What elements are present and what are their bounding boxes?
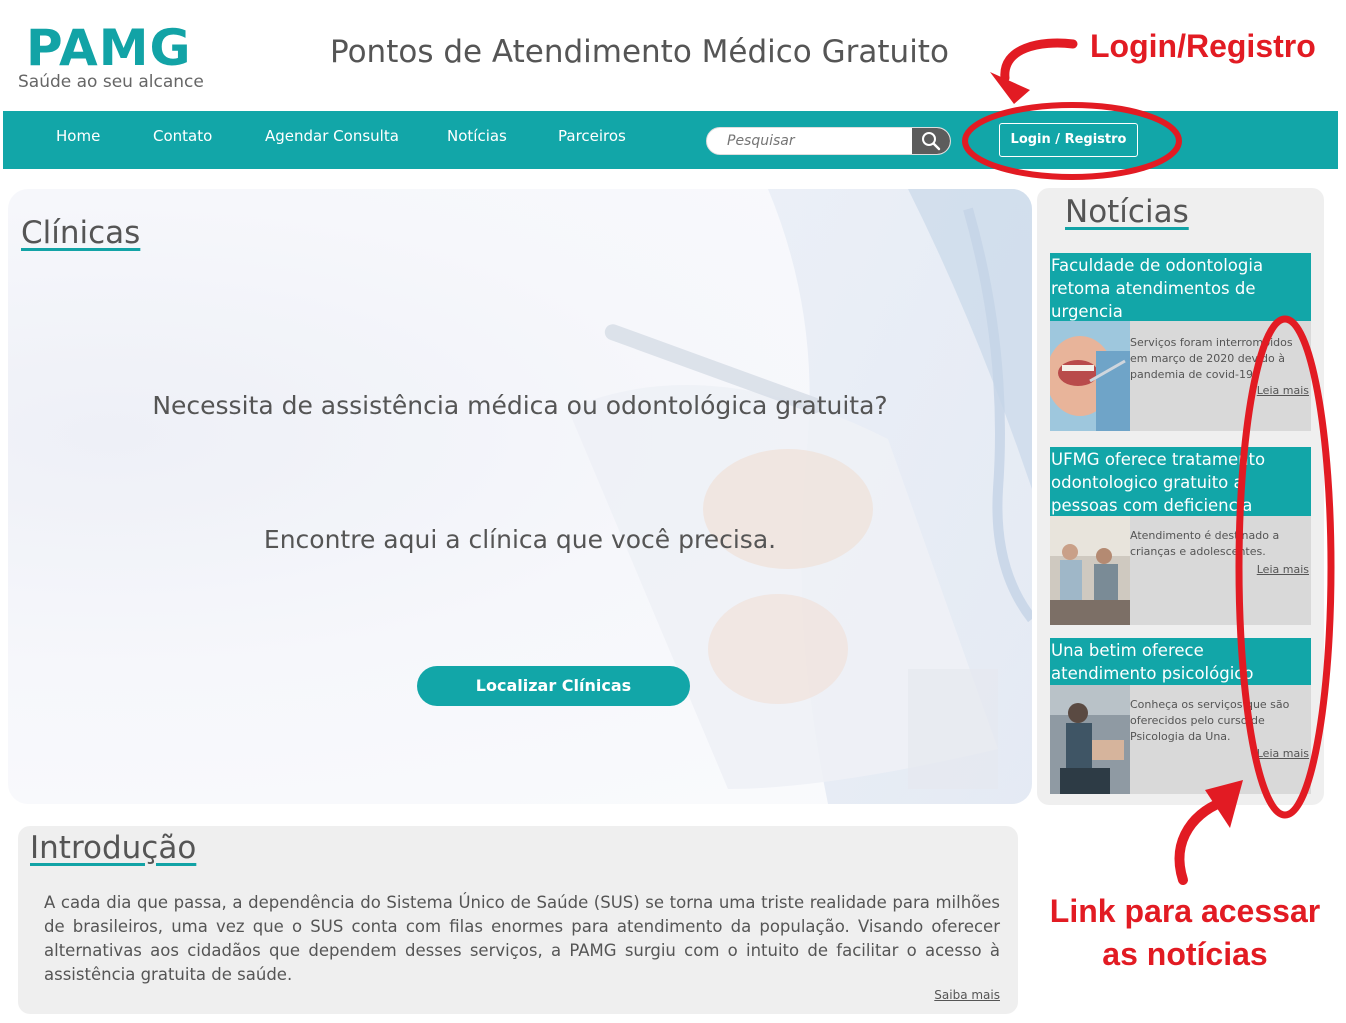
annotation-login-label: Login/Registro xyxy=(1090,28,1316,64)
hero-question: Necessita de assistência médica ou odont… xyxy=(152,391,888,420)
login-arrow xyxy=(1000,38,1078,83)
search-button[interactable] xyxy=(912,128,950,154)
login-arrow-head xyxy=(990,72,1030,104)
annotation-news-line2: as notícias xyxy=(1102,936,1268,972)
news-summary: Conheça os serviços que são oferecidos p… xyxy=(1130,698,1290,743)
nav-agendar-consulta[interactable]: Agendar Consulta xyxy=(265,127,399,145)
annotation-news-line1: Link para acessar xyxy=(1049,893,1321,929)
site-logo[interactable]: PAMG Saúde ao seu alcance xyxy=(18,20,208,100)
nav-contato[interactable]: Contato xyxy=(153,127,212,145)
news-arrow xyxy=(1174,795,1233,885)
news-summary: Atendimento é destinado a crianças e ado… xyxy=(1130,529,1280,558)
news-card[interactable]: Faculdade de odontologia retoma atendime… xyxy=(1050,253,1311,431)
navbar: Home Contato Agendar Consulta Notícias P… xyxy=(3,111,1338,169)
search-input[interactable] xyxy=(707,128,913,154)
news-headline[interactable]: Una betim oferece atendimento psicológic… xyxy=(1050,638,1311,706)
annotation-news-link-label: Link para acessar as notícias xyxy=(1040,890,1330,976)
login-register-button[interactable]: Login / Registro xyxy=(999,123,1138,157)
logo-text: PAMG xyxy=(26,19,192,77)
search-bar xyxy=(706,127,951,155)
hero-subtitle: Encontre aqui a clínica que você precisa… xyxy=(263,525,777,554)
news-image-psychology xyxy=(1050,685,1130,794)
clinics-title: Clínicas xyxy=(21,215,141,251)
site-title: Pontos de Atendimento Médico Gratuito xyxy=(330,34,949,70)
intro-section: Introdução A cada dia que passa, a depen… xyxy=(18,826,1018,1014)
news-title: Notícias xyxy=(1065,194,1189,230)
find-clinics-button[interactable]: Localizar Clínicas xyxy=(417,666,690,706)
news-read-more-link[interactable]: Leia mais xyxy=(1257,563,1309,576)
nav-home[interactable]: Home xyxy=(56,127,100,145)
intro-read-more-link[interactable]: Saiba mais xyxy=(934,988,1000,1002)
intro-text: A cada dia que passa, a dependência do S… xyxy=(44,893,1000,984)
news-summary: Serviços foram interrompidos em março de… xyxy=(1130,336,1293,381)
hero-background-image xyxy=(568,189,1032,804)
logo-tagline: Saúde ao seu alcance xyxy=(18,72,204,92)
search-icon xyxy=(922,132,941,151)
news-card[interactable]: Una betim oferece atendimento psicológic… xyxy=(1050,638,1311,794)
news-headline[interactable]: Faculdade de odontologia retoma atendime… xyxy=(1050,253,1311,321)
clinics-hero: Clínicas Necessita de assistência médica… xyxy=(8,189,1032,804)
news-headline[interactable]: UFMG oferece tratamento odontologico gra… xyxy=(1050,447,1311,516)
news-read-more-link[interactable]: Leia mais xyxy=(1257,384,1309,397)
news-sidebar: Notícias Faculdade de odontologia retoma… xyxy=(1037,188,1324,805)
news-image-clinic xyxy=(1050,516,1130,625)
news-read-more-link[interactable]: Leia mais xyxy=(1257,747,1309,760)
news-image-dental xyxy=(1050,321,1130,431)
intro-title: Introdução xyxy=(30,830,197,866)
nav-parceiros[interactable]: Parceiros xyxy=(558,127,626,145)
news-card[interactable]: UFMG oferece tratamento odontologico gra… xyxy=(1050,447,1311,625)
nav-noticias[interactable]: Notícias xyxy=(447,127,507,145)
